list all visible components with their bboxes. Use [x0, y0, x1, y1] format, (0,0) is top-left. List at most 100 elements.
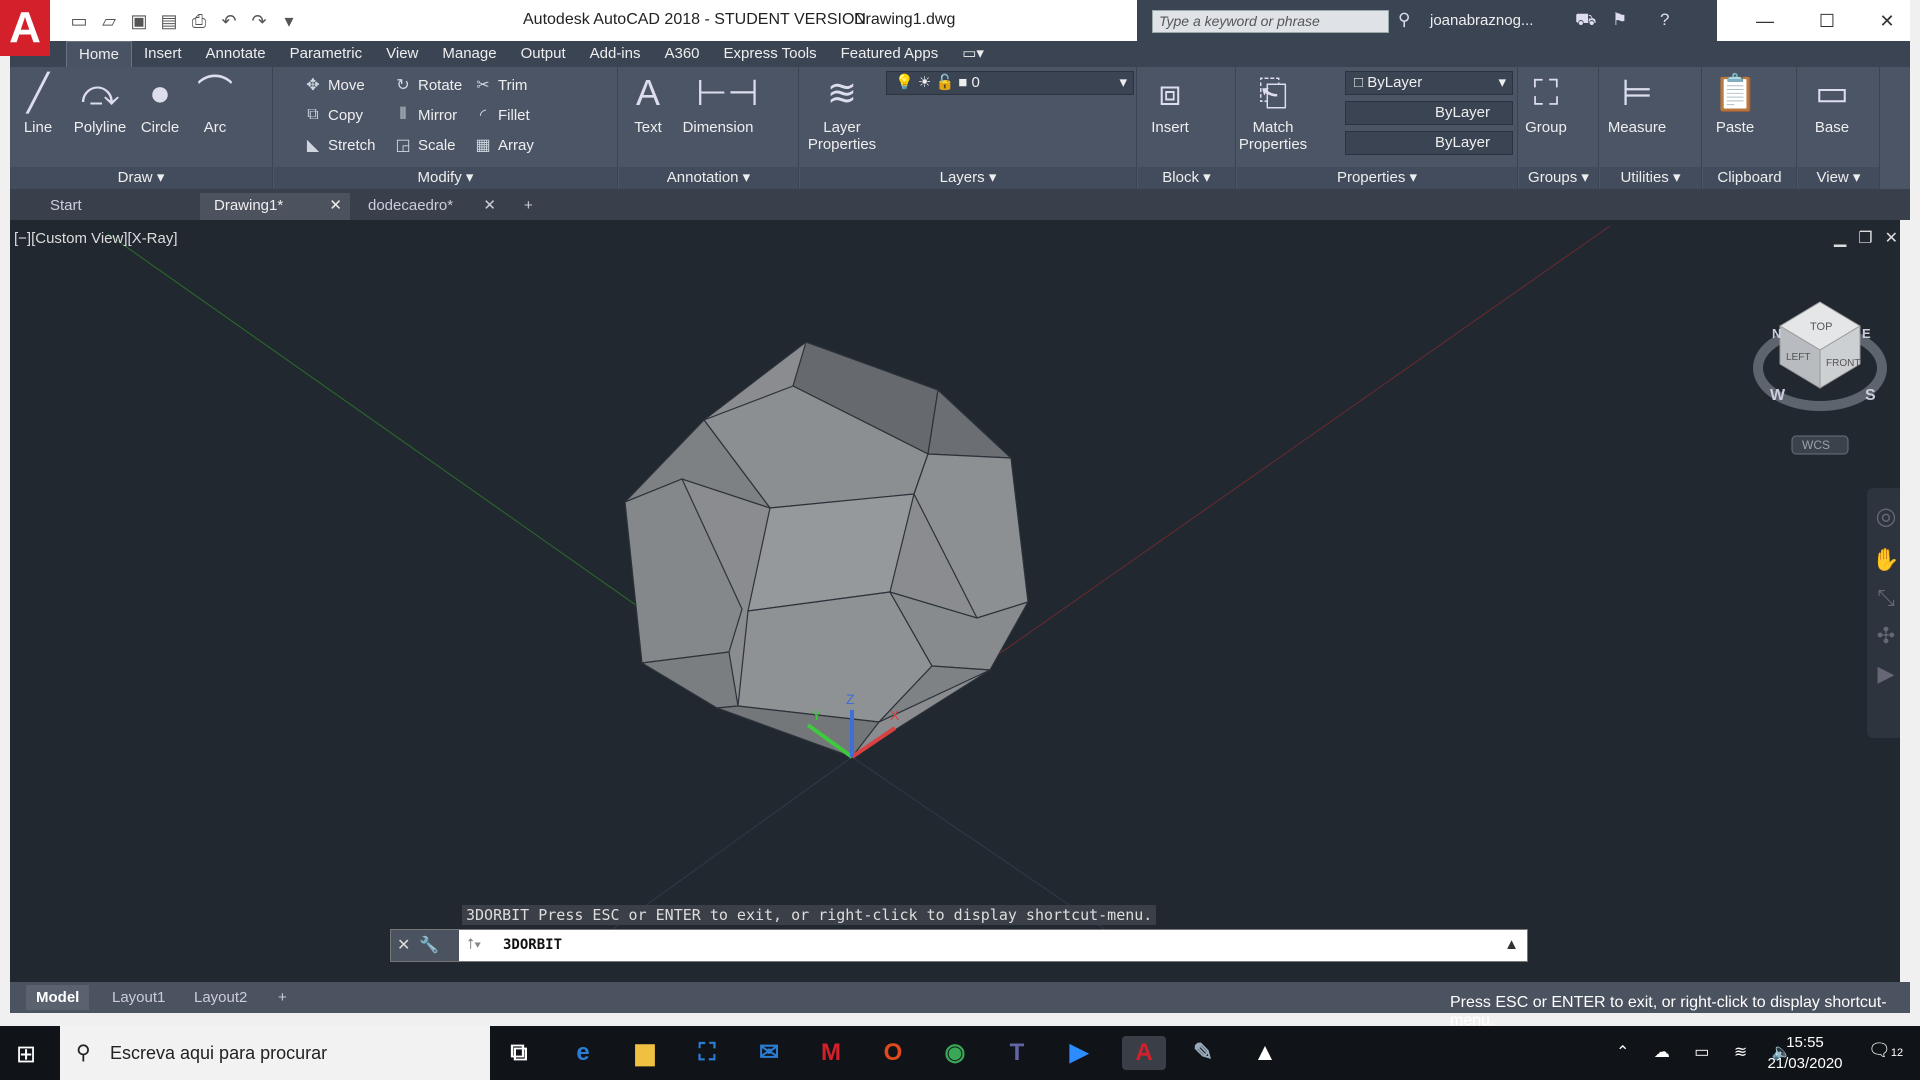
minimize-button[interactable]: — [1742, 6, 1788, 36]
insert-button[interactable]: ⧈ Insert [1142, 71, 1198, 136]
lineweight-dropdown[interactable]: ByLayer [1345, 131, 1513, 155]
linetype-dropdown[interactable]: ByLayer [1345, 101, 1513, 125]
edge-icon[interactable]: e [566, 1036, 600, 1070]
tab-start[interactable]: Start [36, 193, 196, 220]
view-panel-title[interactable]: View ▾ [1798, 167, 1879, 189]
tab-view[interactable]: View [374, 41, 430, 67]
stretch-button[interactable]: ◣ Stretch [304, 133, 376, 157]
text-button[interactable]: A Text [623, 71, 673, 136]
properties-panel-title[interactable]: Properties ▾ [1237, 167, 1517, 189]
zoom-app-icon[interactable]: ▶ [1062, 1036, 1096, 1070]
viewport-controls-label[interactable]: [−][Custom View][X-Ray] [14, 230, 178, 247]
windows-start-icon[interactable]: ⊞ [16, 1040, 36, 1069]
close-button[interactable]: ✕ [1864, 6, 1910, 36]
modify-panel-title[interactable]: Modify ▾ [274, 167, 617, 189]
save-as-icon[interactable]: ▤ [158, 10, 180, 32]
tab-model[interactable]: Model [26, 985, 90, 1010]
command-input[interactable]: 3DORBIT [503, 937, 562, 953]
tab-annotate[interactable]: Annotate [194, 41, 278, 67]
circle-button[interactable]: ● Circle [132, 71, 188, 136]
open-icon[interactable]: ▱ [98, 10, 120, 32]
trim-button[interactable]: ✂ Trim [474, 73, 527, 97]
array-button[interactable]: ▦ Array [474, 133, 533, 157]
ribbon-minimize-icon[interactable]: ▭▾ [950, 41, 996, 67]
teams-icon[interactable]: T [1000, 1036, 1034, 1070]
tab-layout2[interactable]: Layout2 [184, 985, 257, 1010]
line-button[interactable]: ╱ Line [14, 71, 62, 136]
mcafee-icon[interactable]: M [814, 1036, 848, 1070]
measure-button[interactable]: ⊨ Measure [1604, 71, 1670, 136]
paint-icon[interactable]: ✎ [1186, 1036, 1220, 1070]
tab-parametric[interactable]: Parametric [278, 41, 375, 67]
office-icon[interactable]: O [876, 1036, 910, 1070]
application-menu-button[interactable]: A [0, 0, 50, 56]
close-icon[interactable]: ✕ [397, 937, 410, 954]
draw-panel-title[interactable]: Draw ▾ [10, 167, 272, 189]
connect-icon[interactable]: ⚑ [1612, 10, 1627, 30]
tab-manage[interactable]: Manage [430, 41, 508, 67]
tab-drawing1[interactable]: Drawing1* ✕ [200, 193, 350, 220]
mail-icon[interactable]: ✉ [752, 1036, 786, 1070]
mirror-button[interactable]: ⫴ Mirror [394, 103, 458, 127]
tab-layout1[interactable]: Layout1 [102, 985, 175, 1010]
user-account[interactable]: joanabraznog... [1430, 12, 1533, 29]
photos-icon[interactable]: ▲ [1248, 1036, 1282, 1070]
scale-button[interactable]: ◲ Scale [394, 133, 455, 157]
copy-button[interactable]: ⧉ Copy [304, 103, 363, 127]
notifications-icon[interactable]: 🗨12 [1868, 1040, 1903, 1061]
redo-icon[interactable]: ↷ [248, 10, 270, 32]
search-input[interactable]: Type a keyword or phrase [1152, 10, 1389, 33]
polyline-button[interactable]: ⤼ Polyline [60, 71, 140, 136]
undo-icon[interactable]: ↶ [218, 10, 240, 32]
viewport-minimize-icon[interactable]: ▁ [1834, 228, 1846, 248]
dimension-button[interactable]: ⊢⊣ Dimension [673, 71, 763, 136]
maximize-button[interactable]: ☐ [1804, 6, 1850, 36]
help-icon[interactable]: ? [1660, 10, 1669, 30]
block-panel-title[interactable]: Block ▾ [1138, 167, 1235, 189]
drawing-viewport[interactable]: Y X Z TOP LEFT FRONT W S N E WCS [−][Cus… [10, 220, 1910, 982]
save-icon[interactable]: ▣ [128, 10, 150, 32]
customize-qat-icon[interactable]: ▾ [278, 10, 300, 32]
tab-home[interactable]: Home [66, 40, 133, 68]
tab-featured-apps[interactable]: Featured Apps [829, 41, 951, 67]
groups-panel-title[interactable]: Groups ▾ [1519, 167, 1598, 189]
tab-dodecaedro[interactable]: dodecaedro* ✕ [354, 193, 504, 220]
command-history-toggle-icon[interactable]: ▲ [1504, 936, 1519, 953]
arc-button[interactable]: ⌒ Arc [190, 71, 240, 136]
vertical-scrollbar[interactable] [1900, 220, 1910, 982]
binoculars-icon[interactable]: ⚲ [1398, 10, 1410, 30]
color-dropdown[interactable]: □ ByLayer ▾ [1345, 71, 1513, 95]
rotate-button[interactable]: ↻ Rotate [394, 73, 462, 97]
viewport-restore-icon[interactable]: ❐ [1858, 228, 1872, 248]
chrome-icon[interactable]: ◉ [938, 1036, 972, 1070]
tab-add-ins[interactable]: Add-ins [578, 41, 653, 67]
fillet-button[interactable]: ◜ Fillet [474, 103, 530, 127]
move-button[interactable]: ✥ Move [304, 73, 364, 97]
task-view-icon[interactable]: ⧉ [502, 1036, 536, 1070]
layers-panel-title[interactable]: Layers ▾ [800, 167, 1136, 189]
file-explorer-icon[interactable]: ▆ [628, 1036, 662, 1070]
new-icon[interactable]: ▭ [68, 10, 90, 32]
match-properties-button[interactable]: ⎗ Match Properties [1237, 71, 1309, 153]
utilities-panel-title[interactable]: Utilities ▾ [1600, 167, 1701, 189]
tab-insert[interactable]: Insert [132, 41, 194, 67]
new-tab-button[interactable]: + [510, 193, 540, 220]
close-icon[interactable]: ✕ [483, 193, 496, 219]
cart-icon[interactable]: ⛟ [1575, 10, 1596, 32]
tab-a360[interactable]: A360 [652, 41, 711, 67]
store-icon[interactable]: ⛶ [690, 1036, 724, 1070]
layer-properties-button[interactable]: ≋ Layer Properties [804, 71, 880, 153]
viewcube[interactable]: TOP LEFT FRONT W S N E WCS [1753, 301, 1887, 455]
clock[interactable]: 15:55 21/03/2020 [1760, 1032, 1850, 1074]
paste-button[interactable]: 📋 Paste [1707, 71, 1763, 136]
layer-dropdown[interactable]: 💡 ☀ 🔓 ■ 0 ▾ [886, 71, 1134, 95]
group-button[interactable]: ⛶ Group [1521, 71, 1571, 136]
tab-express-tools[interactable]: Express Tools [712, 41, 829, 67]
wrench-icon[interactable]: 🔧 [419, 937, 439, 954]
base-button[interactable]: ▭ Base [1802, 71, 1862, 136]
annotation-panel-title[interactable]: Annotation ▾ [619, 167, 798, 189]
close-icon[interactable]: ✕ [329, 193, 342, 219]
add-layout-button[interactable]: + [268, 985, 297, 1010]
tab-output[interactable]: Output [509, 41, 578, 67]
print-icon[interactable]: ⎙ [188, 10, 210, 32]
